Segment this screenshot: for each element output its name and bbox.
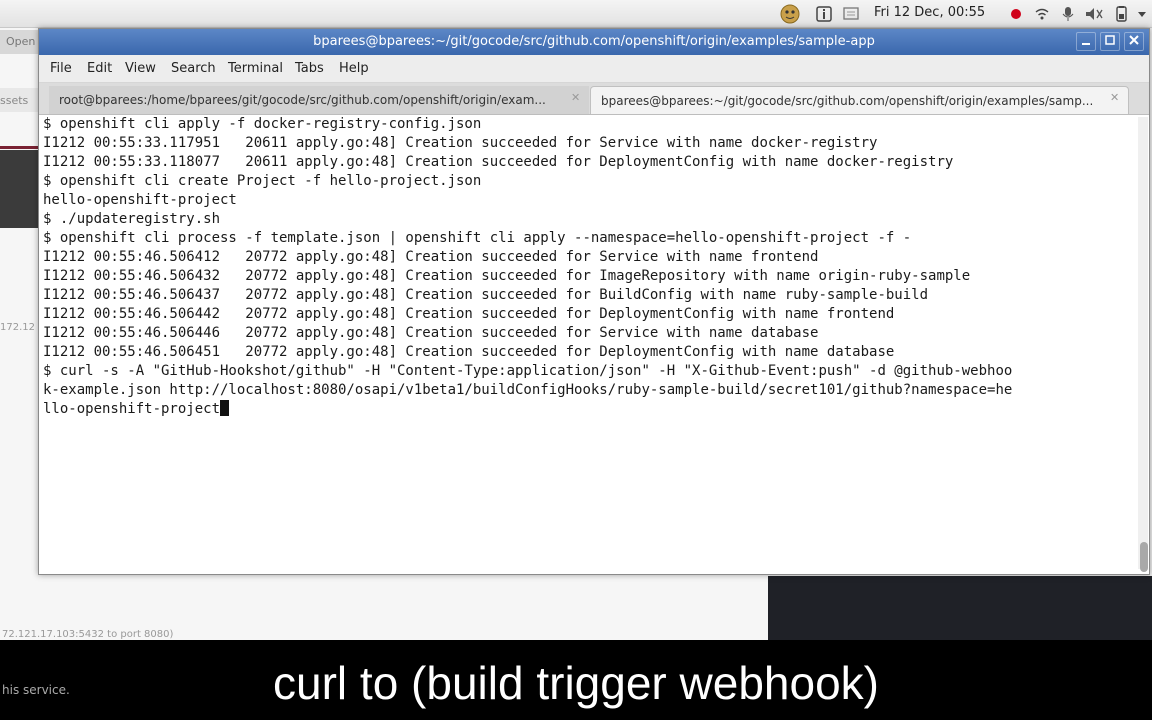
terminal-line: $ ./updateregistry.sh: [43, 211, 221, 227]
terminal-line: I1212 00:55:46.506446 20772 apply.go:48]…: [43, 325, 819, 341]
terminal-line-text: llo-openshift-project: [43, 401, 221, 417]
minimize-button[interactable]: [1076, 32, 1096, 51]
terminal-line: k-example.json http://localhost:8080/osa…: [43, 382, 1013, 398]
terminal-line: I1212 00:55:46.506437 20772 apply.go:48]…: [43, 287, 929, 303]
close-icon: [1129, 35, 1139, 45]
terminal-line: I1212 00:55:46.506451 20772 apply.go:48]…: [43, 344, 895, 360]
menu-edit[interactable]: Edit: [87, 61, 112, 76]
info-icon[interactable]: [815, 4, 833, 24]
tab-bar: root@bparees:/home/bparees/git/gocode/sr…: [39, 83, 1149, 115]
background-window-title[interactable]: Open: [0, 30, 42, 54]
menu-view[interactable]: View: [125, 61, 156, 76]
battery-icon[interactable]: [1112, 4, 1132, 24]
terminal-line: $ openshift cli apply -f docker-registry…: [43, 116, 482, 132]
menu-bar: File Edit View Search Terminal Tabs Help: [39, 55, 1149, 83]
terminal-line: $ openshift cli process -f template.json…: [43, 230, 912, 246]
terminal-line: I1212 00:55:46.506412 20772 apply.go:48]…: [43, 249, 819, 265]
top-system-panel: Fri 12 Dec, 00:55: [0, 0, 1152, 28]
maximize-button[interactable]: [1100, 32, 1120, 51]
tab-bparees[interactable]: bparees@bparees:~/git/gocode/src/github.…: [590, 86, 1129, 114]
menu-tabs[interactable]: Tabs: [295, 61, 324, 76]
wifi-icon[interactable]: [1034, 4, 1050, 24]
terminal-window: bparees@bparees:~/git/gocode/src/github.…: [38, 28, 1150, 575]
tab-close-icon[interactable]: ✕: [571, 91, 580, 104]
terminal-line: I1212 00:55:33.117951 20611 apply.go:48]…: [43, 135, 878, 151]
maximize-icon: [1105, 35, 1115, 45]
record-icon[interactable]: [1008, 4, 1024, 24]
scrollbar-thumb[interactable]: [1140, 542, 1148, 572]
terminal-input-line: llo-openshift-project: [43, 400, 1139, 419]
menu-search[interactable]: Search: [171, 61, 216, 76]
background-side-text: 172.12: [0, 322, 35, 333]
terminal-line: I1212 00:55:33.118077 20611 apply.go:48]…: [43, 154, 954, 170]
tab-label: root@bparees:/home/bparees/git/gocode/sr…: [59, 93, 546, 107]
terminal-line: I1212 00:55:46.506432 20772 apply.go:48]…: [43, 268, 971, 284]
menu-terminal[interactable]: Terminal: [228, 61, 283, 76]
scrollbar-track[interactable]: [1138, 117, 1148, 569]
background-footer-text: 72.121.17.103:5432 to port 8080): [2, 629, 174, 640]
close-button[interactable]: [1124, 32, 1144, 51]
tab-root[interactable]: root@bparees:/home/bparees/git/gocode/sr…: [49, 86, 589, 114]
dropdown-icon[interactable]: [1136, 4, 1148, 24]
text-cursor: [220, 400, 230, 416]
mic-icon[interactable]: [1060, 4, 1076, 24]
terminal-line: $ openshift cli create Project -f hello-…: [43, 173, 482, 189]
minimize-icon: [1082, 43, 1090, 45]
terminal-line: I1212 00:55:46.506442 20772 apply.go:48]…: [43, 306, 895, 322]
background-window-tab[interactable]: ssets: [0, 88, 40, 112]
clock[interactable]: Fri 12 Dec, 00:55: [874, 5, 985, 20]
volume-icon[interactable]: [1084, 4, 1106, 24]
video-caption: curl to (build trigger webhook): [273, 657, 879, 709]
background-accent-bar: [0, 146, 40, 149]
terminal-title: bparees@bparees:~/git/gocode/src/github.…: [313, 34, 875, 49]
menu-help[interactable]: Help: [339, 61, 369, 76]
terminal-titlebar[interactable]: bparees@bparees:~/git/gocode/src/github.…: [39, 29, 1149, 55]
terminal-line: hello-openshift-project: [43, 192, 237, 208]
terminal-output[interactable]: $ openshift cli apply -f docker-registry…: [43, 115, 1139, 570]
screen-icon[interactable]: [842, 4, 860, 24]
terminal-line: $ curl -s -A "GitHub-Hookshot/github" -H…: [43, 363, 1013, 379]
avatar-icon[interactable]: [779, 4, 801, 24]
tab-close-icon[interactable]: ✕: [1110, 91, 1119, 104]
background-dark-block: [0, 150, 40, 228]
menu-file[interactable]: File: [50, 61, 72, 76]
tab-label: bparees@bparees:~/git/gocode/src/github.…: [601, 94, 1094, 108]
